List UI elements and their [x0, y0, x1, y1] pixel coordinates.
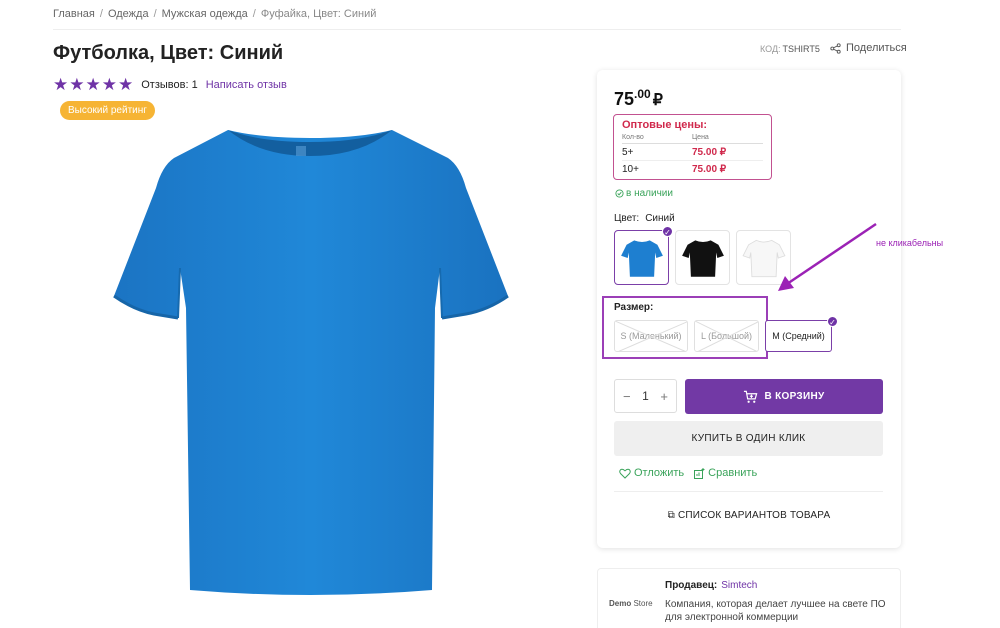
- rating-stars[interactable]: ★ ★ ★ ★ ★: [53, 76, 133, 93]
- star-icon: ★: [53, 75, 69, 94]
- wishlist-label: Отложить: [634, 467, 685, 479]
- color-value: Синий: [645, 213, 675, 224]
- qty-value[interactable]: 1: [642, 389, 649, 403]
- product-image[interactable]: [110, 118, 510, 598]
- wholesale-qty: 10+: [622, 164, 639, 175]
- share-button[interactable]: Поделиться: [830, 42, 907, 54]
- seller-card: Demo Store Продавец: Simtech Компания, ко…: [597, 568, 901, 628]
- annotation-text: не кликабельны: [876, 238, 944, 248]
- cart-icon: [744, 390, 758, 403]
- selected-check-icon: ✓: [827, 316, 838, 327]
- seller-link[interactable]: Simtech: [721, 580, 757, 591]
- star-icon: ★: [85, 75, 101, 94]
- variants-list-button[interactable]: ⧉ СПИСОК ВАРИАНТОВ ТОВАРА: [597, 510, 901, 521]
- divider: [614, 491, 883, 492]
- wholesale-title: Оптовые цены:: [622, 119, 708, 131]
- wishlist-button[interactable]: Отложить: [619, 467, 684, 479]
- size-option-m[interactable]: M (Средний): [765, 320, 832, 352]
- stock-status: в наличии: [615, 188, 673, 199]
- tshirt-black-thumb: [681, 239, 724, 277]
- size-label: Размер:: [614, 302, 654, 313]
- wholesale-col-qty: Кол-во: [622, 134, 644, 141]
- wholesale-row: 5+ 75.00 ₽: [622, 144, 763, 161]
- check-circle-icon: [615, 189, 624, 198]
- write-review-link[interactable]: Написать отзыв: [206, 79, 287, 91]
- seller-logo-text: Demo: [609, 599, 632, 608]
- breadcrumb-home[interactable]: Главная: [53, 8, 95, 20]
- color-option-blue[interactable]: ✓: [614, 226, 673, 285]
- product-actions: Отложить Сравнить: [619, 467, 757, 479]
- seller-title: Продавец: Simtech: [665, 580, 757, 591]
- add-to-cart-label: В КОРЗИНУ: [764, 391, 825, 402]
- wholesale-qty: 5+: [622, 147, 634, 158]
- copy-icon: ⧉: [667, 510, 675, 521]
- unavailable-cross-icon: [615, 321, 687, 351]
- sku: КОД: TSHIRT5: [760, 44, 820, 54]
- price-cents: .00: [634, 87, 651, 101]
- compare-label: Сравнить: [708, 467, 758, 479]
- breadcrumb-separator: /: [153, 8, 157, 20]
- color-label-text: Цвет:: [614, 213, 640, 224]
- share-label: Поделиться: [846, 42, 907, 54]
- breadcrumb-separator: /: [252, 8, 256, 20]
- seller-description: Компания, которая делает лучшее на свете…: [665, 599, 886, 623]
- quantity-stepper: − 1 +: [614, 379, 677, 413]
- page-title: Футболка, Цвет: Синий: [53, 42, 284, 64]
- wholesale-price: 75.00 ₽: [692, 164, 727, 175]
- breadcrumb-mens-clothing[interactable]: Мужская одежда: [162, 8, 248, 20]
- annotation-arrow: [778, 222, 877, 291]
- share-icon: [830, 42, 841, 54]
- star-icon: ★: [101, 75, 117, 94]
- sku-label: КОД:: [760, 44, 781, 54]
- breadcrumb: Главная / Одежда / Мужская одежда / Фуфайка, Ц…: [53, 8, 376, 20]
- buy-one-click-button[interactable]: КУПИТЬ В ОДИН КЛИК: [614, 421, 883, 456]
- compare-icon: [694, 467, 705, 479]
- price: 75.00 ₽: [614, 87, 663, 110]
- size-option-label: M (Средний): [772, 331, 825, 341]
- wholesale-header: Кол-во Цена: [622, 134, 763, 144]
- qty-decrease-button[interactable]: −: [623, 389, 631, 404]
- qty-increase-button[interactable]: +: [660, 389, 668, 404]
- wholesale-prices: Оптовые цены: Кол-во Цена 5+ 75.00 ₽ 10+ 75…: [613, 114, 772, 180]
- size-option-s: S (Маленький): [614, 320, 688, 352]
- stock-label: в наличии: [626, 188, 673, 199]
- sku-value: TSHIRT5: [782, 44, 820, 54]
- variants-label: СПИСОК ВАРИАНТОВ ТОВАРА: [677, 510, 831, 521]
- breadcrumb-current: Фуфайка, Цвет: Синий: [260, 8, 377, 20]
- star-icon: ★: [69, 75, 85, 94]
- reviews-count[interactable]: Отзывов: 1: [141, 79, 197, 91]
- selected-check-icon: ✓: [662, 226, 673, 237]
- add-to-cart-button[interactable]: В КОРЗИНУ: [685, 379, 883, 414]
- breadcrumb-separator: /: [99, 8, 103, 20]
- compare-button[interactable]: Сравнить: [694, 467, 757, 479]
- seller-title-label: Продавец:: [665, 580, 718, 591]
- divider: [53, 29, 901, 30]
- unavailable-cross-icon: [695, 321, 758, 351]
- seller-logo: Demo Store: [609, 599, 653, 608]
- wholesale-col-price: Цена: [692, 134, 709, 141]
- breadcrumb-clothing[interactable]: Одежда: [108, 8, 149, 20]
- wholesale-price: 75.00 ₽: [692, 147, 727, 158]
- heart-icon: [619, 468, 631, 479]
- tshirt-blue-thumb: [620, 239, 663, 277]
- size-option-l: L (Большой): [694, 320, 759, 352]
- rating: ★ ★ ★ ★ ★ Отзывов: 1 Написать отзыв: [53, 76, 287, 93]
- star-icon: ★: [118, 75, 134, 94]
- price-currency: ₽: [652, 92, 663, 109]
- buy-panel: 75.00 ₽ Оптовые цены: Кол-во Цена 5+ 75.00 …: [597, 70, 901, 548]
- price-main: 75: [614, 89, 635, 109]
- seller-logo-suffix: Store: [633, 599, 653, 608]
- color-option-black[interactable]: [675, 230, 730, 285]
- wholesale-row: 10+ 75.00 ₽: [622, 161, 763, 177]
- tshirt-image: [113, 130, 509, 595]
- color-label: Цвет: Синий: [614, 213, 675, 224]
